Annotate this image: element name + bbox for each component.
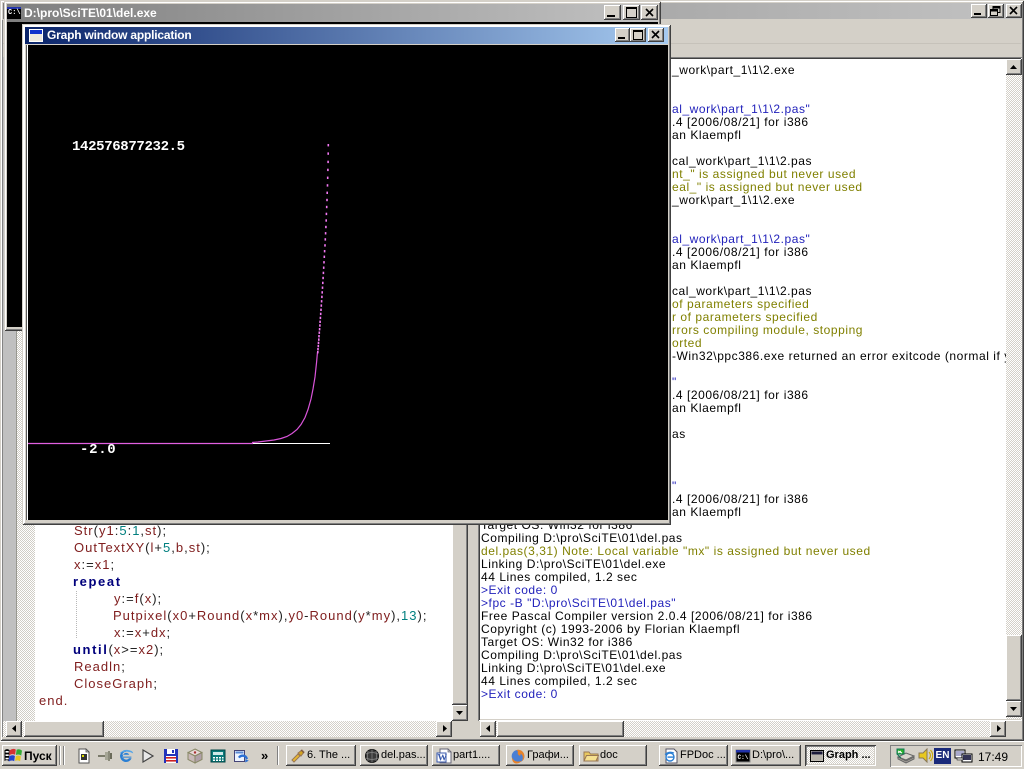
svg-text:C:\: C:\	[738, 754, 749, 761]
svg-text:W: W	[438, 754, 448, 764]
